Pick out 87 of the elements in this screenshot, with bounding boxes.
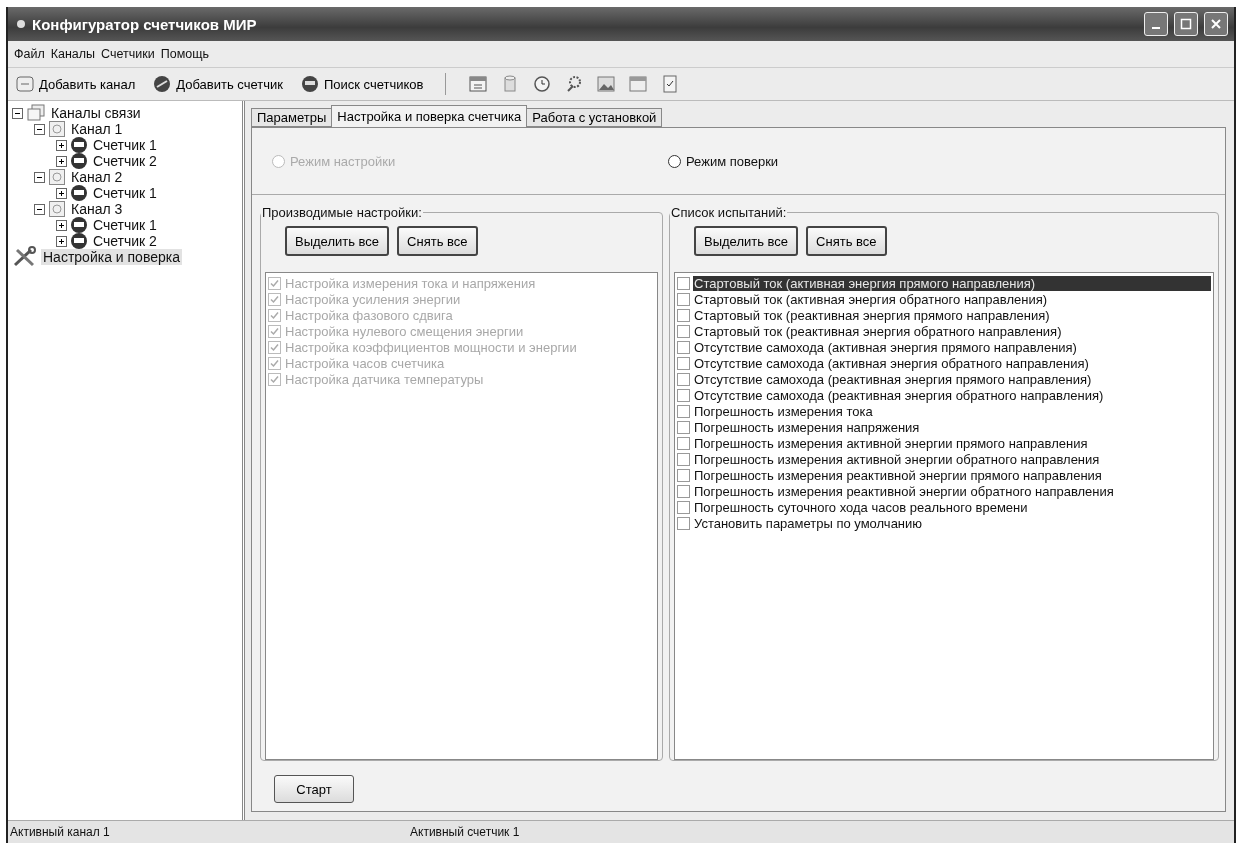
- checkbox[interactable]: [677, 356, 690, 370]
- expand-icon[interactable]: [56, 139, 67, 151]
- toolbar-button[interactable]: Добавить счетчик: [151, 73, 285, 95]
- checkbox[interactable]: [677, 420, 690, 434]
- menu-item[interactable]: Файл: [14, 47, 45, 61]
- tab[interactable]: Параметры: [251, 108, 333, 127]
- expand-icon[interactable]: [56, 235, 67, 247]
- checklist-item[interactable]: Погрешность измерения активной энергии прямого направления: [693, 435, 1089, 451]
- push-button[interactable]: Выделить все: [285, 226, 390, 256]
- checklist-item[interactable]: Погрешность измерения напряжения: [693, 419, 921, 435]
- checkbox[interactable]: [677, 404, 690, 418]
- checkbox[interactable]: [677, 308, 690, 322]
- maximize-button[interactable]: [1174, 12, 1198, 36]
- radio-option[interactable]: Режим поверки: [668, 153, 1064, 169]
- tools-icon: [12, 246, 38, 268]
- maximize-icon: [1180, 18, 1192, 30]
- minimize-icon: [1152, 27, 1160, 29]
- collapse-icon[interactable]: [34, 203, 45, 215]
- toolbar-button[interactable]: Поиск счетчиков: [298, 73, 426, 95]
- radio-label: Режим настройки: [290, 153, 396, 169]
- checkbox[interactable]: [677, 372, 690, 386]
- checklist-item[interactable]: Отсутствие самохода (активная энергия прямого направления): [693, 339, 1078, 355]
- channel-icon: [48, 120, 66, 138]
- collapse-icon[interactable]: [12, 107, 23, 119]
- expand-icon[interactable]: [56, 187, 67, 199]
- checkbox[interactable]: [677, 484, 690, 498]
- app-icon: [16, 19, 26, 29]
- checklist-item[interactable]: Установить параметры по умолчанию: [693, 515, 924, 531]
- checkbox[interactable]: [677, 292, 690, 306]
- checkbox[interactable]: [677, 468, 690, 482]
- checklist-item[interactable]: Погрешность измерения реактивной энергии прямого направления: [693, 467, 1103, 483]
- close-icon: [1210, 18, 1222, 30]
- expand-icon[interactable]: [56, 219, 67, 231]
- tree-item[interactable]: Счетчик 1: [91, 185, 159, 201]
- channel-icon: [48, 168, 66, 186]
- checklist-item[interactable]: Погрешность суточного хода часов реального времени: [693, 499, 1029, 515]
- tree-item[interactable]: Настройка и поверка: [41, 249, 182, 265]
- checklist-item[interactable]: Отсутствие самохода (активная энергия обратного направления): [693, 355, 1090, 371]
- checkbox[interactable]: [677, 388, 690, 402]
- tree-item[interactable]: Счетчик 1: [91, 137, 159, 153]
- radio-button[interactable]: [668, 154, 681, 168]
- checklist-item[interactable]: Стартовый ток (активная энергия обратного направления): [693, 291, 1049, 307]
- menu-item[interactable]: Помощь: [160, 47, 209, 61]
- push-button[interactable]: Снять все: [397, 226, 478, 256]
- checkbox[interactable]: [677, 516, 690, 530]
- group-title: Производимые настройки:: [261, 205, 423, 220]
- tree-item[interactable]: Счетчик 2: [91, 153, 159, 169]
- toolbar-button[interactable]: Добавить канал: [14, 73, 138, 95]
- tab[interactable]: Работа с установкой: [526, 108, 663, 127]
- tree-item[interactable]: Канал 1: [69, 121, 125, 137]
- window-title: Конфигуратор счетчиков МИР: [32, 15, 258, 33]
- checkbox[interactable]: [677, 500, 690, 514]
- menu-item[interactable]: Счетчики: [101, 47, 155, 61]
- collapse-icon[interactable]: [34, 171, 45, 183]
- push-button[interactable]: Снять все: [806, 226, 887, 256]
- checklist-item[interactable]: Стартовый ток (реактивная энергия обратного направления): [693, 323, 1063, 339]
- checkbox[interactable]: [677, 436, 690, 450]
- radio-label: Режим поверки: [686, 153, 779, 169]
- menu-item[interactable]: Каналы: [50, 47, 96, 61]
- close-button[interactable]: [1204, 12, 1228, 36]
- checklist-item[interactable]: Погрешность измерения реактивной энергии обратного направления: [693, 483, 1115, 499]
- minimize-button[interactable]: [1144, 12, 1168, 36]
- checkbox[interactable]: [677, 340, 690, 354]
- tree-item[interactable]: Каналы связи: [49, 105, 143, 121]
- tab[interactable]: Настройка и поверка счетчика: [331, 105, 528, 127]
- push-button[interactable]: Выделить все: [694, 226, 799, 256]
- checklist-item[interactable]: Стартовый ток (реактивная энергия прямого направления): [693, 307, 1051, 323]
- status-text: Активный канал 1: [9, 825, 111, 839]
- checklist-item[interactable]: Стартовый ток (активная энергия прямого направления): [693, 275, 1211, 291]
- start-button[interactable]: Старт: [274, 775, 354, 803]
- collapse-icon[interactable]: [34, 123, 45, 135]
- status-text: Активный счетчик 1: [409, 825, 521, 839]
- channel-icon: [48, 200, 66, 218]
- tree-item[interactable]: Счетчик 1: [91, 217, 159, 233]
- tree-item[interactable]: Канал 3: [69, 201, 125, 217]
- checklist-item[interactable]: Погрешность измерения тока: [693, 403, 874, 419]
- checkbox[interactable]: [677, 276, 690, 290]
- checkbox[interactable]: [677, 452, 690, 466]
- checkbox[interactable]: [677, 324, 690, 338]
- checklist-item[interactable]: Отсутствие самохода (реактивная энергия обратного направления): [693, 387, 1105, 403]
- checklist-item[interactable]: Погрешность измерения активной энергии обратного направления: [693, 451, 1101, 467]
- expand-icon[interactable]: [56, 155, 67, 167]
- channel-icon: [16, 75, 34, 93]
- tree-item[interactable]: Счетчик 2: [91, 233, 159, 249]
- tree-item[interactable]: Канал 2: [69, 169, 125, 185]
- group-title: Список испытаний:: [670, 205, 788, 220]
- checklist-item[interactable]: Отсутствие самохода (реактивная энергия прямого направления): [693, 371, 1093, 387]
